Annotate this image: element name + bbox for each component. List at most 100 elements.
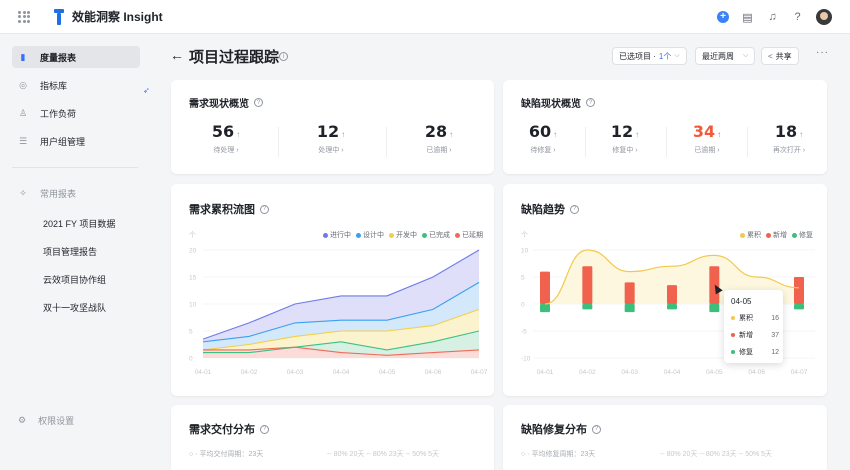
stat-overdue[interactable]: 28 ↑ 已逾期 › bbox=[404, 122, 474, 155]
bar-修复 bbox=[582, 304, 593, 310]
card-title-text: 需求现状概览 bbox=[189, 99, 249, 110]
tooltip-label: 累积 bbox=[739, 315, 753, 322]
chevron-down-icon: ⌵ bbox=[674, 52, 680, 59]
sidebar-settings[interactable]: ⚙ 权限设置 bbox=[18, 414, 74, 427]
period-select[interactable]: 最近两周 ⌵ bbox=[695, 47, 756, 65]
tooltip-value: 37 bbox=[771, 331, 779, 339]
list-icon: ☰ bbox=[18, 135, 28, 146]
x-tick-label: 04-05 bbox=[379, 369, 396, 376]
more-icon[interactable]: ··· bbox=[816, 47, 829, 58]
bell-icon[interactable]: ♫ bbox=[766, 11, 779, 24]
bar-新增 bbox=[794, 277, 804, 304]
stat-fixing[interactable]: 12 ↑ 修复中 › bbox=[595, 122, 655, 155]
arrow-up-icon: ↑ bbox=[553, 130, 558, 139]
x-tick-label: 04-05 bbox=[706, 369, 723, 376]
x-tick-label: 04-01 bbox=[537, 369, 554, 376]
y-tick-label: 10 bbox=[521, 248, 529, 255]
sidebar-sub-item[interactable]: 2021 FY 项目数据 bbox=[43, 217, 115, 230]
info-icon[interactable]: ? bbox=[586, 98, 595, 107]
divider bbox=[278, 127, 279, 157]
sidebar-divider bbox=[12, 167, 138, 168]
req-overview-card: 需求现状概览? 56 ↑ 待处理 › 12 ↑ 处理中 › 28 ↑ 已逾期 › bbox=[171, 80, 494, 174]
stat-to-fix[interactable]: 60 ↑ 待修复 › bbox=[513, 122, 573, 155]
back-arrow-icon[interactable]: ← bbox=[170, 47, 184, 63]
project-select[interactable]: 已选项目 · 1个 ⌵ bbox=[612, 47, 687, 65]
x-tick-label: 04-02 bbox=[579, 369, 596, 376]
sidebar-sub-item[interactable]: 项目管理报告 bbox=[43, 245, 97, 258]
card-title: 缺陷修复分布? bbox=[521, 421, 601, 437]
divider bbox=[585, 127, 586, 157]
top-right-actions: + ▤ ♫ ? bbox=[717, 0, 832, 34]
info-icon[interactable]: ? bbox=[254, 98, 263, 107]
help-icon[interactable]: ? bbox=[791, 11, 804, 24]
tooltip-date: 04-05 bbox=[731, 297, 752, 306]
info-icon[interactable]: ? bbox=[592, 424, 601, 434]
sidebar-item-metrics[interactable]: ◎ 指标库 bbox=[12, 74, 140, 96]
delivery-subtitle: ○ · 平均交付周期：23天 bbox=[189, 451, 264, 458]
bar-修复 bbox=[794, 304, 804, 310]
card-title: 需求交付分布? bbox=[189, 421, 269, 437]
tooltip-row: 累积 16 bbox=[731, 313, 779, 323]
y-tick-label: 5 bbox=[521, 275, 525, 282]
app-launcher-icon[interactable] bbox=[18, 10, 30, 23]
card-title: 缺陷现状概览? bbox=[521, 95, 595, 110]
x-tick-label: 04-01 bbox=[195, 369, 212, 376]
avatar[interactable] bbox=[816, 9, 832, 25]
stat-label: 修复中 › bbox=[612, 147, 638, 154]
fix-legend: -- 80% 20天 -- 80% 23天 -- 50% 5天 bbox=[660, 451, 773, 458]
axis-unit: 个 bbox=[521, 232, 528, 239]
tooltip-value: 12 bbox=[771, 348, 779, 356]
bug-overview-card: 缺陷现状概览? 60 ↑ 待修复 › 12 ↑ 修复中 › 34 ↑ 已逾期 › 18… bbox=[503, 80, 827, 174]
x-tick-label: 04-06 bbox=[425, 369, 442, 376]
pin-icon[interactable]: ➶ bbox=[143, 86, 150, 95]
delivery-legend: -- 80% 20天 -- 80% 23天 -- 50% 5天 bbox=[327, 451, 440, 458]
stat-reopened[interactable]: 18 ↑ 再次打开 › bbox=[757, 122, 821, 155]
add-icon[interactable]: + bbox=[717, 11, 729, 23]
x-tick-label: 04-07 bbox=[791, 369, 808, 376]
stat-label: 已逾期 › bbox=[426, 147, 452, 154]
divider bbox=[747, 127, 748, 157]
stat-value: 60 bbox=[528, 122, 552, 141]
arrow-up-icon: ↑ bbox=[799, 130, 804, 139]
stat-in-progress[interactable]: 12 ↑ 处理中 › bbox=[296, 122, 366, 155]
top-bar: 效能洞察 Insight + ▤ ♫ ? bbox=[0, 0, 850, 34]
share-button[interactable]: < 共享 bbox=[761, 47, 799, 65]
sidebar-item-label: 工作负荷 bbox=[40, 108, 77, 119]
sidebar-item-user-groups[interactable]: ☰ 用户组管理 bbox=[12, 130, 140, 152]
fix-subtitle-text: 平均修复周期：23天 bbox=[531, 451, 596, 458]
y-tick-label: 0 bbox=[521, 302, 525, 309]
arrow-up-icon: ↑ bbox=[635, 130, 640, 139]
sidebar-item-label: 用户组管理 bbox=[40, 136, 86, 147]
y-tick-label: -10 bbox=[521, 356, 531, 363]
info-icon[interactable]: i bbox=[279, 52, 288, 61]
sidebar-item-label: 指标库 bbox=[40, 80, 68, 91]
period-select-label: 最近两周 bbox=[702, 51, 734, 61]
stat-bug-overdue[interactable]: 34 ↑ 已逾期 › bbox=[677, 122, 737, 155]
req-flow-chart: 0 5 10 15 20 04-01 04-02 04-03 04-04 04-05 04-06 04… bbox=[189, 248, 488, 377]
stat-pending[interactable]: 56 ↑ 待处理 › bbox=[191, 122, 261, 155]
settings-icon: ⚙ bbox=[18, 415, 27, 425]
y-tick-label: 0 bbox=[189, 356, 193, 363]
tooltip-label: 修复 bbox=[739, 349, 753, 356]
share-icon: < bbox=[768, 51, 773, 61]
database-icon: ◎ bbox=[19, 79, 27, 90]
stat-value: 56 bbox=[211, 122, 235, 141]
arrow-up-icon: ↑ bbox=[236, 130, 241, 139]
sidebar-sub-item[interactable]: 云效项目协作组 bbox=[43, 273, 106, 286]
y-tick-label: -5 bbox=[521, 329, 527, 336]
stat-label: 再次打开 › bbox=[772, 147, 806, 154]
info-icon[interactable]: ? bbox=[260, 424, 269, 434]
tooltip-row: 新增 37 bbox=[731, 330, 779, 340]
sidebar-sub-item[interactable]: 双十一攻坚战队 bbox=[43, 301, 106, 314]
divider bbox=[666, 127, 667, 157]
sidebar-group-favorites[interactable]: ✧ 常用报表 bbox=[12, 182, 140, 204]
sidebar-item-reports[interactable]: ▮ 度量报表 bbox=[12, 46, 140, 68]
stat-value: 18 bbox=[774, 122, 798, 141]
chart-tooltip: 04-05 累积 16 新增 37 修复 12 bbox=[724, 290, 783, 363]
project-select-count: 1个 bbox=[658, 51, 672, 61]
delivery-subtitle-text: 平均交付周期：23天 bbox=[199, 451, 264, 458]
arrow-up-icon: ↑ bbox=[341, 130, 346, 139]
sidebar-item-workload[interactable]: ♙ 工作负荷 bbox=[12, 102, 140, 124]
bar-新增 bbox=[540, 271, 550, 304]
doc-icon[interactable]: ▤ bbox=[741, 11, 754, 24]
